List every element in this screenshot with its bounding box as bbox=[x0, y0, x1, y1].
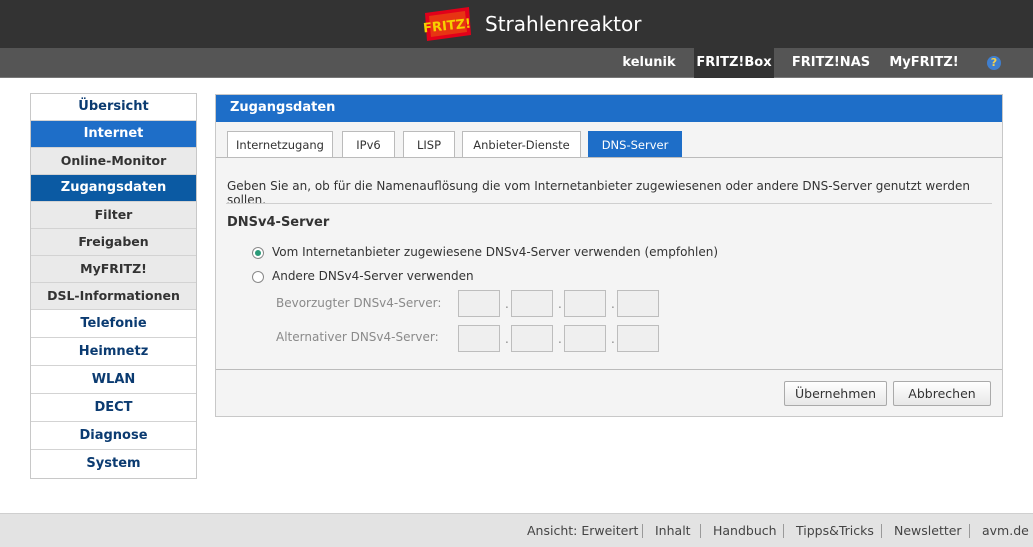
radio-provider-dns-label[interactable]: Vom Internetanbieter zugewiesene DNSv4-S… bbox=[272, 245, 718, 259]
footer-separator bbox=[969, 524, 970, 538]
sidebar-item-freigaben[interactable]: Freigaben bbox=[31, 229, 196, 256]
box-title: Strahlenreaktor bbox=[485, 12, 642, 36]
user-name-link[interactable]: kelunik bbox=[612, 48, 686, 78]
sidebar-item-filter[interactable]: Filter bbox=[31, 202, 196, 229]
sidebar-menu: Übersicht Internet Online-Monitor Zugang… bbox=[30, 93, 197, 479]
radio-provider-dns[interactable] bbox=[252, 247, 264, 259]
footer-separator bbox=[783, 524, 784, 538]
octet-separator: . bbox=[611, 332, 615, 346]
preferred-dns-octet-4[interactable] bbox=[617, 290, 659, 317]
sidebar-item-dsl-informationen[interactable]: DSL-Informationen bbox=[31, 283, 196, 310]
footer-link-tipps[interactable]: Tipps&Tricks bbox=[796, 523, 874, 538]
preferred-dns-octet-1[interactable] bbox=[458, 290, 500, 317]
alternate-dns-octet-3[interactable] bbox=[564, 325, 606, 352]
sidebar-item-internet[interactable]: Internet bbox=[31, 121, 196, 148]
footer-separator bbox=[700, 524, 701, 538]
preferred-dns-label: Bevorzugter DNSv4-Server: bbox=[276, 296, 442, 310]
section-title: DNSv4-Server bbox=[227, 215, 330, 230]
alternate-dns-octet-2[interactable] bbox=[511, 325, 553, 352]
sidebar-item-zugangsdaten[interactable]: Zugangsdaten bbox=[31, 175, 196, 202]
sidebar-item-uebersicht[interactable]: Übersicht bbox=[31, 94, 196, 121]
octet-separator: . bbox=[505, 332, 509, 346]
octet-separator: . bbox=[558, 332, 562, 346]
footer-link-inhalt[interactable]: Inhalt bbox=[655, 523, 691, 538]
nav-fritznas[interactable]: FRITZ!NAS bbox=[786, 48, 876, 78]
page-title: Zugangsdaten bbox=[216, 95, 1002, 122]
tab-bar: Internetzugang IPv6 LISP Anbieter-Dienst… bbox=[216, 122, 1002, 158]
tab-lisp[interactable]: LISP bbox=[403, 131, 455, 158]
footer-link-newsletter[interactable]: Newsletter bbox=[894, 523, 962, 538]
nav-fritzbox[interactable]: FRITZ!Box bbox=[694, 48, 774, 78]
sidebar-item-dect[interactable]: DECT bbox=[31, 394, 196, 422]
footer-bar: Ansicht: Erweitert Inhalt Handbuch Tipps… bbox=[0, 513, 1033, 547]
tab-dns-server[interactable]: DNS-Server bbox=[588, 131, 682, 158]
tab-divider bbox=[216, 157, 1002, 158]
preferred-dns-octet-2[interactable] bbox=[511, 290, 553, 317]
radio-other-dns-label[interactable]: Andere DNSv4-Server verwenden bbox=[272, 269, 474, 283]
content-panel: Zugangsdaten Internetzugang IPv6 LISP An… bbox=[215, 94, 1003, 417]
top-navigation: kelunik FRITZ!Box FRITZ!NAS MyFRITZ! bbox=[0, 48, 1033, 78]
octet-separator: . bbox=[611, 297, 615, 311]
section-divider bbox=[226, 203, 992, 204]
footer-link-handbuch[interactable]: Handbuch bbox=[713, 523, 777, 538]
sidebar-item-diagnose[interactable]: Diagnose bbox=[31, 422, 196, 450]
alternate-dns-label: Alternativer DNSv4-Server: bbox=[276, 330, 439, 344]
app-header: FRITZ! Strahlenreaktor bbox=[0, 0, 1033, 48]
sidebar-item-myfritz[interactable]: MyFRITZ! bbox=[31, 256, 196, 283]
sidebar-item-online-monitor[interactable]: Online-Monitor bbox=[31, 148, 196, 175]
footer-link-avm[interactable]: avm.de bbox=[982, 523, 1029, 538]
preferred-dns-octet-3[interactable] bbox=[564, 290, 606, 317]
octet-separator: . bbox=[505, 297, 509, 311]
apply-button[interactable]: Übernehmen bbox=[784, 381, 887, 406]
footer-link-ansicht[interactable]: Ansicht: Erweitert bbox=[527, 523, 638, 538]
sidebar-item-heimnetz[interactable]: Heimnetz bbox=[31, 338, 196, 366]
fritz-logo-icon[interactable]: FRITZ! bbox=[421, 5, 473, 43]
alternate-dns-octet-1[interactable] bbox=[458, 325, 500, 352]
tab-anbieter-dienste[interactable]: Anbieter-Dienste bbox=[462, 131, 581, 158]
alternate-dns-octet-4[interactable] bbox=[617, 325, 659, 352]
sidebar-item-system[interactable]: System bbox=[31, 450, 196, 478]
tab-internetzugang[interactable]: Internetzugang bbox=[227, 131, 333, 158]
sidebar-item-telefonie[interactable]: Telefonie bbox=[31, 310, 196, 338]
button-divider bbox=[216, 369, 1002, 370]
help-icon[interactable]: ? bbox=[987, 56, 1001, 70]
octet-separator: . bbox=[558, 297, 562, 311]
radio-other-dns[interactable] bbox=[252, 271, 264, 283]
sidebar-item-wlan[interactable]: WLAN bbox=[31, 366, 196, 394]
nav-myfritz[interactable]: MyFRITZ! bbox=[882, 48, 966, 78]
footer-separator bbox=[881, 524, 882, 538]
tab-ipv6[interactable]: IPv6 bbox=[342, 131, 395, 158]
footer-separator bbox=[642, 524, 643, 538]
cancel-button[interactable]: Abbrechen bbox=[893, 381, 991, 406]
